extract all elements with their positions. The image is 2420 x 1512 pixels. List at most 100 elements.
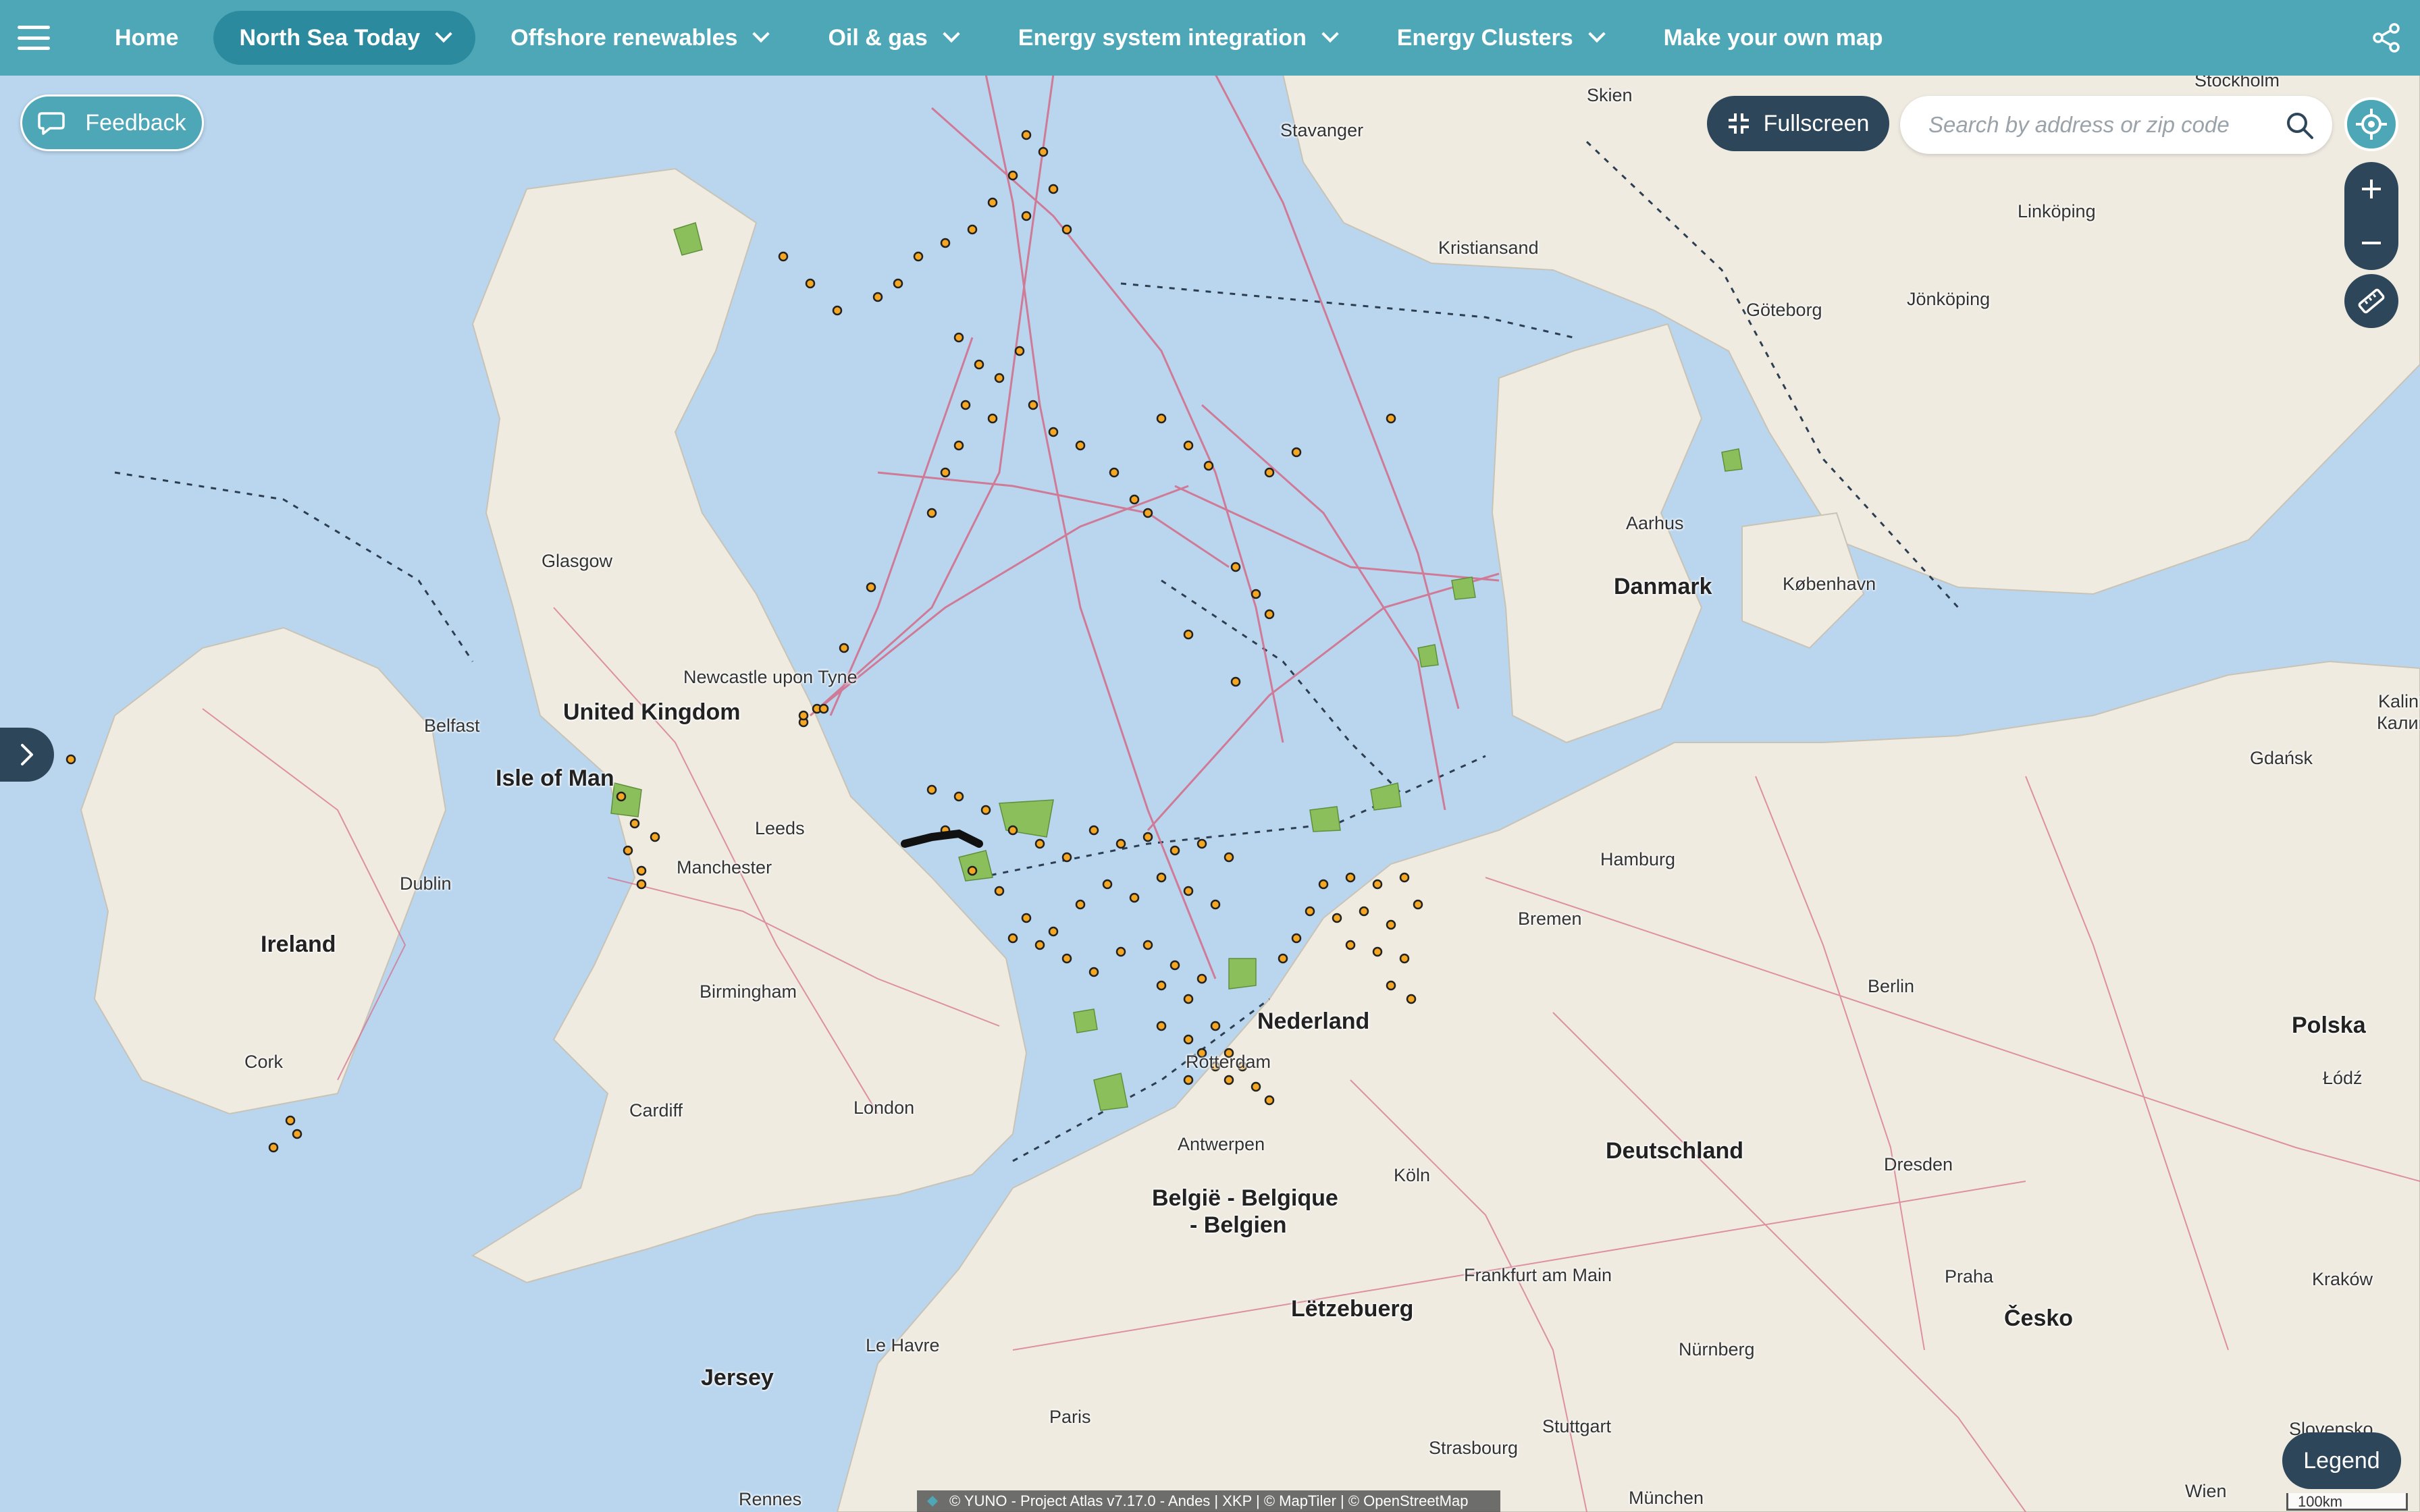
map-label: München [1629, 1488, 1704, 1508]
zoom-out-button[interactable] [2344, 216, 2398, 270]
chevron-down-icon [943, 25, 960, 43]
map-label: Bremen [1518, 909, 1582, 929]
scale-label: 100km [2298, 1493, 2343, 1510]
zoom-controls [2344, 162, 2398, 270]
map-label: Gdańsk [2250, 748, 2313, 768]
nav-item-label: Energy system integration [1018, 24, 1307, 51]
country-label: Deutschland [1606, 1138, 1744, 1164]
country-label: Jersey [701, 1365, 774, 1390]
map-label: Aarhus [1626, 513, 1684, 533]
search-bar [1900, 96, 2332, 154]
map-label: Stavanger [1280, 120, 1364, 140]
collapse-icon [1728, 113, 1749, 134]
nav-item-north-sea-today[interactable]: North Sea Today [213, 11, 476, 65]
feedback-button[interactable]: Feedback [20, 94, 204, 151]
map-label: Łódź [2323, 1068, 2363, 1088]
nav-item-label: North Sea Today [239, 24, 421, 51]
map-scale-bar: 100km [2286, 1493, 2408, 1511]
nav-item-label: Oil & gas [828, 24, 928, 51]
map-label: København [1783, 574, 1876, 594]
chevron-down-icon [1321, 25, 1339, 43]
chevron-down-icon [752, 25, 770, 43]
country-label: United Kingdom [563, 699, 741, 725]
attribution-logo-icon [927, 1496, 938, 1507]
map-label: Nürnberg [1679, 1339, 1755, 1359]
map-label: Wien [2185, 1481, 2227, 1501]
map-label: Rotterdam [1186, 1052, 1271, 1072]
map-label: Cardiff [629, 1100, 683, 1120]
map-label: Stuttgart [1542, 1416, 1612, 1436]
chat-bubble-icon [38, 112, 65, 135]
nav-item-energy-system-integration[interactable]: Energy system integration [993, 11, 1362, 65]
plus-icon [2362, 180, 2381, 198]
map-label: Frankfurt am Main [1464, 1265, 1612, 1285]
nav-item-home[interactable]: Home [89, 11, 204, 65]
map-label: Jönköping [1907, 289, 1991, 309]
attribution-text: © YUNO - Project Atlas v7.17.0 - Andes |… [949, 1492, 1469, 1509]
feedback-label: Feedback [85, 109, 186, 136]
chevron-down-icon [1587, 25, 1606, 43]
country-label: Danmark [1614, 574, 1712, 599]
map-label: Kalini [2378, 691, 2420, 711]
map-label: Kraków [2312, 1269, 2373, 1289]
map-basemap [0, 0, 2420, 1512]
map-label: Hamburg [1600, 849, 1676, 869]
map-label: Birmingham [700, 981, 797, 1002]
crosshair-icon [2356, 109, 2387, 140]
map-label: London [853, 1098, 915, 1118]
search-input[interactable] [1927, 111, 2267, 138]
map-label: Kristiansand [1438, 238, 1539, 258]
nav-item-label: Offshore renewables [510, 24, 738, 51]
country-label: Ireland [261, 932, 336, 957]
nav-item-oil-gas[interactable]: Oil & gas [802, 11, 982, 65]
map-canvas[interactable]: Stavanger Skien Kristiansand Linköping J… [0, 0, 2420, 1512]
fullscreen-button[interactable]: Fullscreen [1707, 96, 1889, 151]
nav-item-label: Make your own map [1663, 24, 1883, 51]
chevron-right-icon [21, 744, 33, 765]
map-label: Le Havre [866, 1335, 940, 1355]
map-label: Göteborg [1746, 300, 1822, 320]
sidebar-toggle-button[interactable] [0, 728, 54, 782]
map-label: Antwerpen [1178, 1134, 1265, 1154]
search-icon[interactable] [2285, 111, 2315, 140]
top-navigation-bar: Home North Sea Today Offshore renewables… [0, 0, 2420, 76]
nav-item-make-your-own-map[interactable]: Make your own map [1638, 11, 1909, 65]
country-label: Lëtzebuerg [1291, 1296, 1414, 1322]
map-label: Linköping [2018, 201, 2096, 221]
minus-icon [2362, 242, 2381, 244]
map-label: Köln [1394, 1165, 1431, 1185]
hamburger-menu-icon[interactable] [18, 26, 50, 50]
map-label: Rennes [739, 1489, 802, 1509]
zoom-in-button[interactable] [2344, 162, 2398, 216]
map-label: Berlin [1868, 976, 1915, 996]
map-label: Leeds [755, 818, 805, 838]
country-label: Nederland [1257, 1008, 1370, 1034]
country-label: - Belgien [1190, 1212, 1287, 1238]
map-label: Dublin [400, 873, 452, 894]
map-label: Dresden [1884, 1154, 1953, 1174]
map-label: Paris [1049, 1407, 1091, 1427]
map-label: Belfast [424, 716, 480, 736]
fullscreen-label: Fullscreen [1763, 110, 1870, 136]
nav-item-label: Energy Clusters [1396, 24, 1573, 51]
map-label: Калин [2377, 713, 2420, 733]
ruler-icon [2358, 288, 2385, 314]
map-label: Skien [1587, 85, 1633, 105]
chevron-down-icon [435, 25, 452, 43]
country-label: Isle of Man [496, 765, 614, 791]
map-label: Manchester [677, 857, 772, 878]
country-label: Česko [2004, 1305, 2074, 1331]
map-label: Cork [244, 1052, 284, 1072]
country-label: Polska [2292, 1013, 2366, 1038]
country-label: België - Belgique [1152, 1185, 1338, 1211]
map-label: Strasbourg [1429, 1438, 1519, 1458]
measure-button[interactable] [2344, 274, 2398, 328]
share-icon[interactable] [2371, 23, 2401, 53]
nav-item-offshore-renewables[interactable]: Offshore renewables [485, 11, 793, 65]
map-label: Newcastle upon Tyne [683, 667, 858, 687]
nav-item-energy-clusters[interactable]: Energy Clusters [1371, 11, 1629, 65]
locate-button[interactable] [2344, 97, 2398, 151]
legend-label: Legend [2303, 1447, 2380, 1474]
legend-button[interactable]: Legend [2282, 1432, 2401, 1489]
map-attribution: © YUNO - Project Atlas v7.17.0 - Andes |… [917, 1490, 1500, 1512]
